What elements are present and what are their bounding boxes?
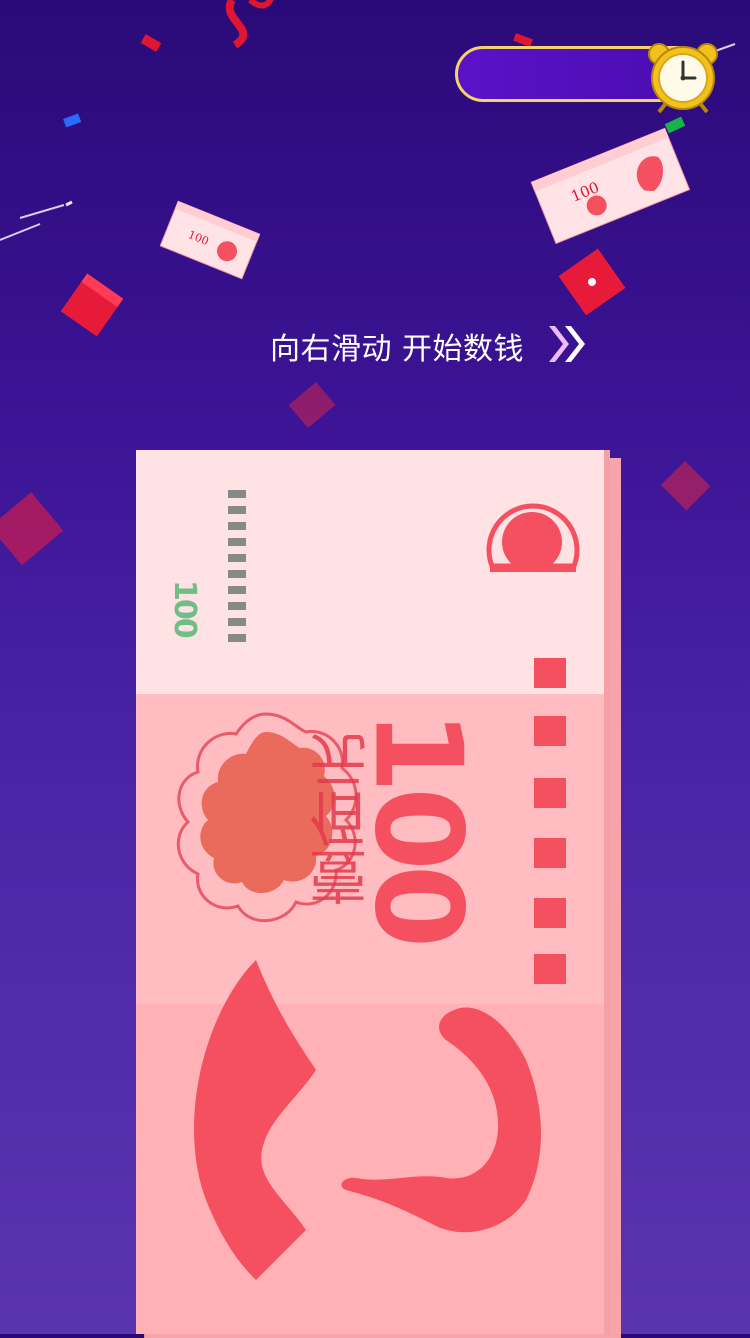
red-security-marks bbox=[534, 658, 566, 984]
swipe-instruction: 向右滑动 开始数钱 bbox=[270, 322, 610, 370]
white-streak bbox=[19, 204, 65, 219]
swipe-instruction-text: 向右滑动 开始数钱 bbox=[270, 332, 525, 367]
denomination-numeral: 100 bbox=[347, 706, 486, 946]
flying-banknote: 100 bbox=[530, 125, 691, 245]
portrait-silhouette bbox=[194, 960, 541, 1280]
banknote-stack[interactable]: 100 壹佰元 100 bbox=[136, 450, 621, 1338]
small-denomination-label: 100 bbox=[167, 580, 202, 637]
security-thread bbox=[228, 490, 246, 642]
blurred-red-envelope bbox=[288, 381, 336, 429]
confetti-piece bbox=[513, 33, 533, 47]
blurred-red-envelope bbox=[0, 492, 64, 566]
confetti-piece bbox=[63, 113, 82, 128]
red-ribbon-streamer-2 bbox=[248, 0, 274, 9]
red-ribbon-streamer bbox=[225, 0, 248, 49]
denomination-numeral-text: 100 bbox=[347, 709, 486, 943]
white-streak bbox=[0, 223, 41, 241]
banknote-edge bbox=[604, 450, 610, 1334]
double-chevron-right-icon bbox=[549, 326, 585, 362]
confetti-piece bbox=[140, 34, 162, 52]
red-envelope bbox=[558, 248, 626, 316]
red-envelope bbox=[60, 273, 124, 337]
flying-banknote: 100 bbox=[159, 200, 261, 280]
blurred-red-envelope bbox=[660, 460, 711, 511]
alarm-clock-icon bbox=[648, 43, 718, 114]
white-streak bbox=[65, 200, 73, 207]
emblem-icon bbox=[486, 503, 580, 572]
banknote[interactable]: 100 壹佰元 100 bbox=[136, 450, 610, 1334]
